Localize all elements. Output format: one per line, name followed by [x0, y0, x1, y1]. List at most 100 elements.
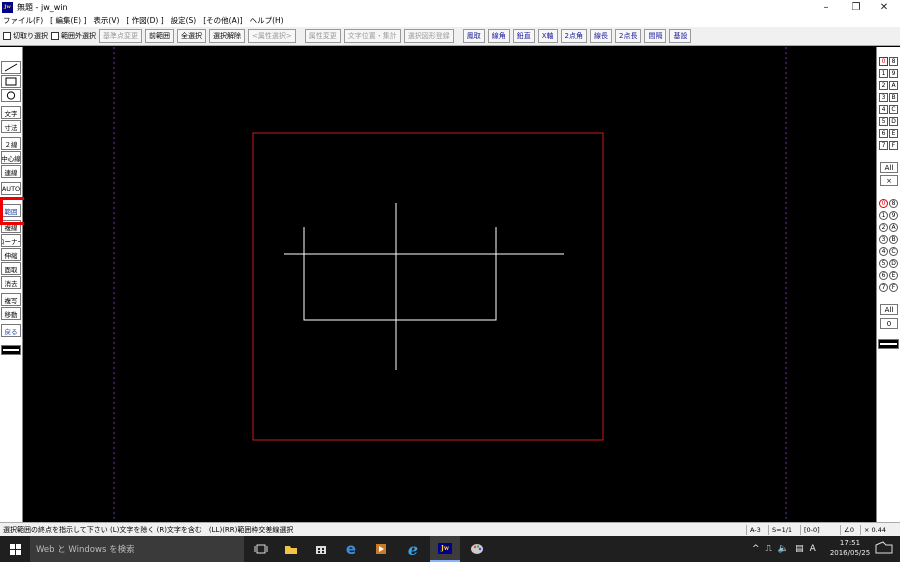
drawing-canvas[interactable]	[24, 47, 876, 522]
layer-button[interactable]: E	[889, 271, 898, 280]
tool-center-line[interactable]: 中心線	[1, 151, 21, 164]
layer-button[interactable]: C	[889, 247, 898, 256]
layer-group-button[interactable]: 9	[889, 69, 898, 78]
layer-button[interactable]: F	[889, 283, 898, 292]
line-type-indicator[interactable]	[1, 345, 21, 355]
all-layers-button[interactable]: All	[880, 304, 898, 315]
layer-zero-button[interactable]: 0	[880, 318, 898, 329]
right-line-indicator[interactable]	[878, 339, 899, 349]
tool-copy[interactable]: 複写	[1, 293, 21, 306]
tool-auto[interactable]: AUTO	[1, 182, 21, 195]
layer-group-button[interactable]: 4	[879, 105, 888, 114]
vertical-button[interactable]: 鉛直	[512, 29, 535, 43]
register-shape-button[interactable]: 選択図形登録	[403, 29, 454, 43]
interval-button[interactable]: 間隔	[644, 29, 667, 43]
line-length-button[interactable]: 線長	[590, 29, 612, 43]
tool-circle[interactable]	[1, 89, 21, 102]
layer-button[interactable]: D	[889, 259, 898, 268]
line-angle-button[interactable]: 線角	[487, 29, 510, 43]
paper-size[interactable]: A-3	[746, 525, 764, 535]
store-button[interactable]	[306, 536, 336, 562]
tool-corner[interactable]: コーナー	[1, 234, 21, 247]
layer-group-button[interactable]: 1	[879, 69, 888, 78]
media-player-button[interactable]	[366, 536, 396, 562]
u-shape-line[interactable]	[303, 227, 497, 321]
chevron-up-icon[interactable]: ^	[752, 544, 760, 554]
cross-button[interactable]: ×	[880, 175, 898, 186]
notification-icon[interactable]	[874, 541, 894, 555]
cut-select-checkbox[interactable]: 切取り選択	[3, 31, 48, 41]
snap-button-1[interactable]: 鳳取	[462, 29, 485, 43]
keyboard-icon[interactable]: ▤	[795, 544, 804, 554]
two-point-length-button[interactable]: 2点長	[615, 29, 642, 43]
network-icon[interactable]: ⎍	[766, 544, 772, 554]
volume-icon[interactable]: 🔈	[778, 544, 789, 554]
task-view-button[interactable]	[246, 536, 276, 562]
tool-chamfer[interactable]: 面取	[1, 262, 21, 275]
menu-file[interactable]: ファイル(F)	[3, 15, 43, 26]
layer-group-button[interactable]: 0	[879, 57, 888, 66]
menu-settings[interactable]: 設定(S)	[171, 15, 197, 26]
layer-group-button[interactable]: E	[889, 129, 898, 138]
tool-double-line[interactable]: ２線	[1, 137, 21, 150]
checkbox-box[interactable]	[3, 32, 11, 40]
layer-button[interactable]: 9	[889, 211, 898, 220]
paint-app-button[interactable]	[462, 536, 492, 562]
layer-group-button[interactable]: 2	[879, 81, 888, 90]
layer-group-button[interactable]: F	[889, 141, 898, 150]
menu-draw[interactable]: [ 作図(D) ]	[126, 15, 163, 26]
outside-select-checkbox[interactable]: 範囲外選択	[51, 31, 96, 41]
menu-help[interactable]: ヘルプ(H)	[250, 15, 284, 26]
layer-button[interactable]: 5	[879, 259, 888, 268]
layer-group-button[interactable]: 6	[879, 129, 888, 138]
select-all-button[interactable]: 全選択	[177, 29, 206, 43]
zoom[interactable]: × 0.44	[860, 525, 889, 535]
layer-button[interactable]: 2	[879, 223, 888, 232]
tool-rectangle[interactable]	[1, 75, 21, 88]
menu-edit[interactable]: [ 編集(E) ]	[50, 15, 86, 26]
layer-group-button[interactable]: 3	[879, 93, 888, 102]
change-base-point-button[interactable]: 基準点変更	[99, 29, 142, 43]
tool-erase[interactable]: 消去	[1, 276, 21, 289]
layer-group-button[interactable]: C	[889, 105, 898, 114]
layer-group-button[interactable]: 7	[879, 141, 888, 150]
jw-win-taskbar-button[interactable]: Jw	[430, 536, 460, 562]
deselect-button[interactable]: 選択解除	[209, 29, 245, 43]
attribute-change-button[interactable]: 属性変更	[304, 29, 341, 43]
edge-button[interactable]: e	[336, 536, 366, 562]
maximize-button[interactable]: ❐	[842, 0, 870, 14]
tool-undo[interactable]: 戻る	[1, 324, 21, 337]
layer-button[interactable]: 1	[879, 211, 888, 220]
taskbar-search-input[interactable]: Web と Windows を検索	[30, 536, 244, 562]
two-point-angle-button[interactable]: 2点角	[560, 29, 587, 43]
tool-complex-line[interactable]: 複線	[1, 220, 21, 233]
menu-other[interactable]: [その他(A)]	[203, 15, 242, 26]
clock[interactable]: 17:51 2016/05/25	[828, 538, 872, 558]
layer-button[interactable]: B	[889, 235, 898, 244]
tool-stretch[interactable]: 伸縮	[1, 248, 21, 261]
tool-text[interactable]: 文字	[1, 106, 21, 119]
layer-button[interactable]: 4	[879, 247, 888, 256]
layer-group-button[interactable]: 8	[889, 57, 898, 66]
base-setting-button[interactable]: 基設	[669, 29, 692, 43]
layer-button[interactable]: A	[889, 223, 898, 232]
layer-button[interactable]: 8	[889, 199, 898, 208]
checkbox-box[interactable]	[51, 32, 59, 40]
previous-range-button[interactable]: 前範囲	[145, 29, 174, 43]
layer-button[interactable]: 0	[879, 199, 888, 208]
scale[interactable]: S=1/1	[768, 525, 795, 535]
tool-move[interactable]: 移動	[1, 307, 21, 320]
tool-continuous-line[interactable]: 連線	[1, 165, 21, 178]
minimize-button[interactable]: –	[812, 0, 840, 14]
tool-range[interactable]: 範囲	[1, 204, 21, 217]
layer-group-button[interactable]: B	[889, 93, 898, 102]
layer-button[interactable]: 6	[879, 271, 888, 280]
current-layer[interactable]: [0-0]	[800, 525, 823, 535]
tool-dimension[interactable]: 寸法	[1, 120, 21, 133]
layer-group-button[interactable]: D	[889, 117, 898, 126]
menu-view[interactable]: 表示(V)	[93, 15, 119, 26]
ime-indicator[interactable]: A	[810, 544, 816, 554]
start-button[interactable]	[0, 536, 30, 562]
layer-group-button[interactable]: 5	[879, 117, 888, 126]
layer-group-button[interactable]: A	[889, 81, 898, 90]
